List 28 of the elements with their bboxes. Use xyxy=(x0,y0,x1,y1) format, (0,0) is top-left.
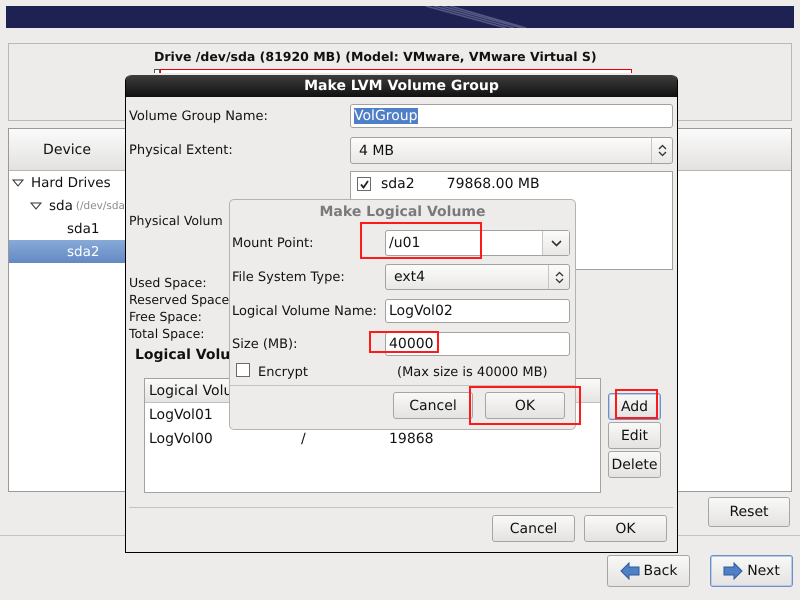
field-label: Size (MB): xyxy=(232,336,298,352)
field-label: Physical Extent: xyxy=(129,143,234,158)
tree-label: sda xyxy=(49,198,73,214)
table-cell-text: 19868 xyxy=(389,431,435,447)
field-label: Mount Point: xyxy=(232,236,315,250)
tree-label: sda1 xyxy=(67,220,100,236)
field-label: Physical Volum xyxy=(129,213,224,228)
drive-title: Drive /dev/sda (81920 MB) (Model: VMware, VMware Virtual S) xyxy=(154,49,598,65)
field-label: File System Type: xyxy=(232,270,346,284)
space-label: Reserved Space xyxy=(129,291,230,308)
space-label: Free Space: xyxy=(129,308,202,325)
volume-name: sda2 xyxy=(381,176,415,192)
space-label: Total Space: xyxy=(129,325,204,342)
table-cell-text: LogVol00 xyxy=(149,431,214,447)
space-label: Used Space: xyxy=(129,274,207,291)
checkbox-label: Encrypt xyxy=(258,364,309,380)
field-label: Logical Volume Name: xyxy=(232,304,378,318)
section-heading: Logical Volu xyxy=(135,347,230,364)
max-size-note: (Max size is 40000 MB) xyxy=(397,364,548,380)
field-label: Volume Group Name: xyxy=(129,108,269,124)
tree-label: sda2 xyxy=(67,244,100,260)
tree-label: Hard Drives xyxy=(31,174,111,190)
volume-size: 79868.00 MB xyxy=(446,176,540,192)
dialog-title: Make LVM Volume Group xyxy=(126,75,677,97)
table-cell-text: LogVol01 xyxy=(149,407,214,423)
dialog-title: Make Logical Volume xyxy=(318,203,486,222)
device-path: (/dev/sda xyxy=(76,200,125,212)
table-cell-text: / xyxy=(301,431,307,447)
